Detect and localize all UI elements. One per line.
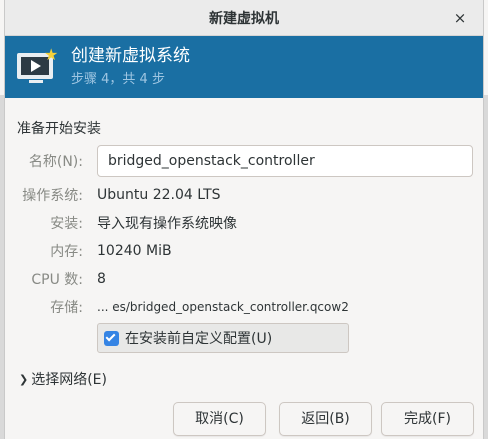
cpu-label: CPU 数:	[31, 272, 83, 288]
cpu-row: CPU 数: 8	[5, 268, 485, 290]
storage-label: 存储:	[50, 300, 83, 316]
finish-button[interactable]: 完成(F)	[381, 402, 474, 436]
cpu-value: 8	[97, 271, 106, 287]
title-bar: 新建虚拟机 ×	[5, 0, 483, 36]
network-expander-label: 选择网络(E)	[31, 372, 107, 388]
wizard-step: 步骤 4，共 4 步	[71, 72, 165, 87]
network-expander[interactable]: ❯ 选择网络(E)	[19, 369, 107, 389]
name-label: 名称(N):	[28, 154, 83, 170]
checkbox-checked-icon[interactable]	[104, 330, 119, 346]
background-window-edge	[484, 95, 488, 439]
os-label: 操作系统:	[22, 188, 83, 204]
new-vm-monitor-icon: ★	[15, 47, 59, 87]
storage-row: 存储: ... es/bridged_openstack_controller.…	[5, 296, 485, 318]
memory-label: 内存:	[50, 244, 83, 260]
os-value: Ubuntu 22.04 LTS	[97, 187, 221, 203]
back-button[interactable]: 返回(B)	[279, 402, 372, 436]
wizard-title: 创建新虚拟系统	[71, 46, 190, 66]
install-value: 导入现有操作系统映像	[97, 216, 237, 232]
star-icon: ★	[44, 45, 59, 64]
install-label: 安装:	[50, 216, 83, 232]
monitor-stand	[29, 80, 43, 83]
new-vm-dialog: 新建虚拟机 × ★ 创建新虚拟系统 步骤 4，共 4 步 准备开始安装 名称(N…	[4, 0, 484, 439]
section-title: 准备开始安装	[17, 121, 101, 137]
header-text: 创建新虚拟系统 步骤 4，共 4 步	[71, 45, 190, 89]
play-icon	[31, 60, 41, 72]
memory-row: 内存: 10240 MiB	[5, 240, 485, 262]
window-title: 新建虚拟机	[209, 10, 279, 27]
memory-value: 10240 MiB	[97, 243, 172, 259]
wizard-header: ★ 创建新虚拟系统 步骤 4，共 4 步	[5, 36, 483, 98]
close-icon[interactable]: ×	[451, 9, 469, 27]
storage-value: ... es/bridged_openstack_controller.qcow…	[97, 300, 349, 314]
cancel-button[interactable]: 取消(C)	[173, 402, 266, 436]
name-input[interactable]: bridged_openstack_controller	[97, 145, 473, 177]
customize-label: 在安装前自定义配置(U)	[125, 331, 273, 347]
install-row: 安装: 导入现有操作系统映像	[5, 212, 485, 234]
customize-before-install-checkbox[interactable]: 在安装前自定义配置(U)	[97, 323, 349, 353]
chevron-right-icon: ❯	[19, 372, 29, 386]
os-row: 操作系统: Ubuntu 22.04 LTS	[5, 184, 485, 206]
